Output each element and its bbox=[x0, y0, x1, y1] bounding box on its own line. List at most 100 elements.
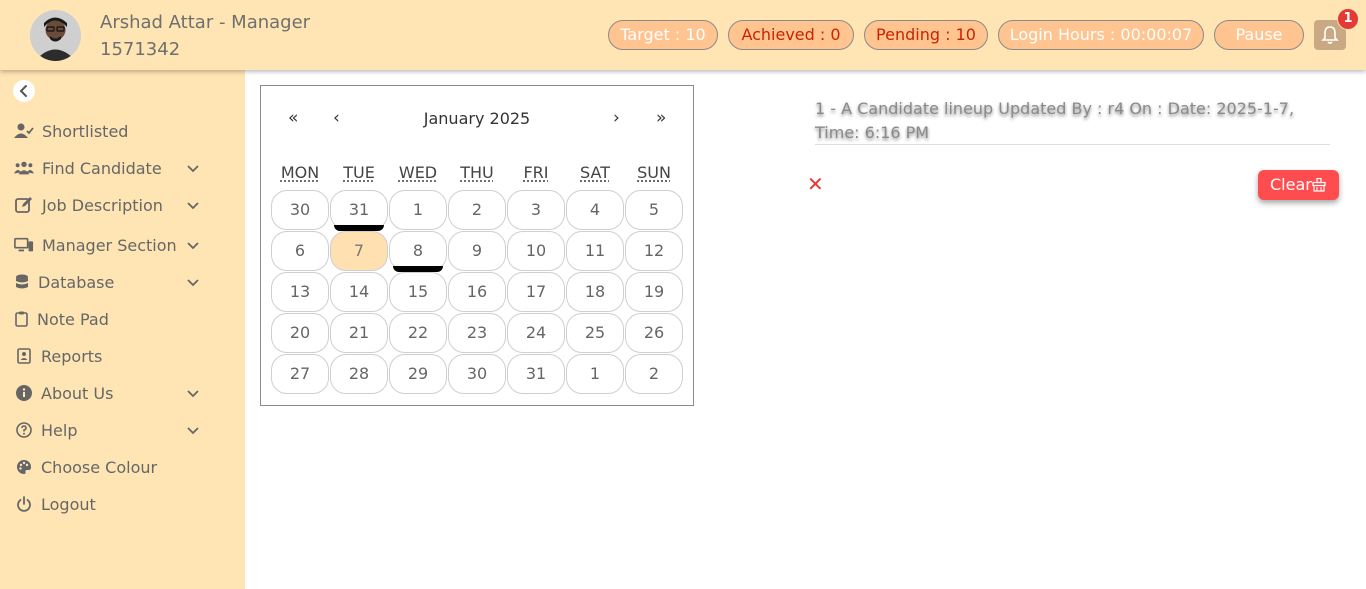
sidebar-item-help[interactable]: Help bbox=[14, 417, 214, 443]
calendar-day[interactable]: 28 bbox=[330, 354, 388, 394]
prev-month-button[interactable]: ‹ bbox=[333, 108, 340, 128]
users-icon bbox=[14, 159, 34, 177]
sidebar-item-logout[interactable]: Logout bbox=[14, 491, 214, 517]
calendar-day[interactable]: 29 bbox=[389, 354, 447, 394]
sidebar-item-label: Database bbox=[38, 272, 115, 292]
weekday-label: MON bbox=[280, 163, 320, 182]
chevron-down-icon bbox=[187, 390, 199, 398]
pending-badge: Pending : 10 bbox=[864, 20, 988, 50]
login-hours-badge: Login Hours : 00:00:07 bbox=[998, 20, 1204, 50]
chevron-down-icon bbox=[187, 279, 199, 287]
calendar-day[interactable]: 17 bbox=[507, 272, 565, 312]
palette-icon bbox=[14, 458, 33, 476]
calendar-day[interactable]: 12 bbox=[625, 231, 683, 271]
sidebar-item-label: Job Description bbox=[42, 195, 163, 215]
chevron-down-icon bbox=[187, 427, 199, 435]
sidebar-item-label: Reports bbox=[41, 346, 103, 366]
calendar-day[interactable]: 3 bbox=[507, 190, 565, 230]
calendar-day[interactable]: 2 bbox=[625, 354, 683, 394]
calendar-day[interactable]: 15 bbox=[389, 272, 447, 312]
monitor-icon bbox=[14, 236, 34, 254]
calendar-day[interactable]: 21 bbox=[330, 313, 388, 353]
sidebar-item-label: Manager Section bbox=[42, 235, 177, 255]
weekday-label: TUE bbox=[343, 163, 375, 182]
calendar-day[interactable]: 26 bbox=[625, 313, 683, 353]
calendar-day[interactable]: 4 bbox=[566, 190, 624, 230]
user-check-icon bbox=[14, 122, 34, 140]
notification-count-badge: 1 bbox=[1337, 8, 1359, 30]
database-icon bbox=[14, 273, 30, 291]
prev-year-button[interactable]: « bbox=[288, 108, 298, 128]
achieved-badge: Achieved : 0 bbox=[728, 20, 854, 50]
power-icon bbox=[14, 495, 33, 513]
calendar-day[interactable]: 1 bbox=[566, 354, 624, 394]
calendar-day[interactable]: 25 bbox=[566, 313, 624, 353]
sidebar-item-label: Logout bbox=[41, 494, 96, 514]
calendar: « ‹ January 2025 › » MON TUE WED THU FRI… bbox=[260, 85, 694, 406]
close-icon[interactable]: ✕ bbox=[807, 174, 824, 194]
calendar-day[interactable]: 9 bbox=[448, 231, 506, 271]
sidebar-item-reports[interactable]: Reports bbox=[14, 343, 214, 369]
pause-button[interactable]: Pause bbox=[1214, 20, 1304, 50]
calendar-day[interactable]: 8 bbox=[389, 231, 447, 272]
calendar-day[interactable]: 31 bbox=[507, 354, 565, 394]
weekday-label: SAT bbox=[580, 163, 610, 182]
calendar-day[interactable]: 14 bbox=[330, 272, 388, 312]
calendar-day[interactable]: 22 bbox=[389, 313, 447, 353]
sidebar-item-choose-colour[interactable]: Choose Colour bbox=[14, 454, 214, 480]
user-name: Arshad Attar - Manager bbox=[100, 12, 311, 33]
user-id: 1571342 bbox=[100, 39, 181, 60]
calendar-day[interactable]: 24 bbox=[507, 313, 565, 353]
calendar-day[interactable]: 16 bbox=[448, 272, 506, 312]
calendar-title[interactable]: January 2025 bbox=[381, 109, 573, 128]
sidebar-item-find-candidate[interactable]: Find Candidate bbox=[14, 155, 214, 181]
clipboard-icon bbox=[14, 310, 29, 328]
calendar-day[interactable]: 30 bbox=[448, 354, 506, 394]
sidebar-item-shortlisted[interactable]: Shortlisted bbox=[14, 118, 214, 144]
sidebar: Shortlisted Find Candidate Job Descripti… bbox=[0, 70, 245, 589]
next-year-button[interactable]: » bbox=[656, 108, 666, 128]
weekday-label: SUN bbox=[637, 163, 671, 182]
sidebar-item-label: Shortlisted bbox=[42, 121, 129, 141]
calendar-day[interactable]: 31 bbox=[330, 190, 388, 231]
sidebar-item-note-pad[interactable]: Note Pad bbox=[14, 306, 214, 332]
avatar[interactable] bbox=[30, 10, 81, 61]
sidebar-item-about-us[interactable]: About Us bbox=[14, 380, 214, 406]
calendar-day[interactable]: 23 bbox=[448, 313, 506, 353]
clear-label: Clear bbox=[1270, 175, 1312, 194]
sidebar-item-manager-section[interactable]: Manager Section bbox=[14, 232, 214, 258]
calendar-day-selected[interactable]: 7 bbox=[330, 231, 388, 271]
sidebar-item-label: About Us bbox=[41, 383, 114, 403]
sidebar-item-label: Find Candidate bbox=[42, 158, 162, 178]
edit-icon bbox=[14, 196, 34, 214]
calendar-day[interactable]: 1 bbox=[389, 190, 447, 230]
sidebar-item-job-description[interactable]: Job Description bbox=[14, 192, 214, 218]
clear-notifications-button[interactable]: Clear bbox=[1258, 170, 1339, 200]
calendar-day[interactable]: 13 bbox=[271, 272, 329, 312]
calendar-day[interactable]: 20 bbox=[271, 313, 329, 353]
calendar-day[interactable]: 18 bbox=[566, 272, 624, 312]
divider bbox=[815, 144, 1330, 145]
report-icon bbox=[14, 347, 33, 365]
calendar-day[interactable]: 11 bbox=[566, 231, 624, 271]
chevron-down-icon bbox=[187, 202, 199, 210]
calendar-day[interactable]: 5 bbox=[625, 190, 683, 230]
calendar-day[interactable]: 19 bbox=[625, 272, 683, 312]
info-icon bbox=[14, 384, 33, 402]
calendar-day[interactable]: 30 bbox=[271, 190, 329, 230]
notification-message: 1 - A Candidate lineup Updated By : r4 O… bbox=[815, 99, 1295, 142]
sidebar-item-label: Note Pad bbox=[37, 309, 109, 329]
weekday-label: FRI bbox=[523, 163, 549, 182]
sidebar-item-label: Choose Colour bbox=[41, 457, 158, 477]
weekday-label: THU bbox=[460, 163, 494, 182]
chevron-down-icon bbox=[187, 242, 199, 250]
clear-icon bbox=[1312, 178, 1326, 192]
next-month-button[interactable]: › bbox=[613, 108, 620, 128]
calendar-day[interactable]: 2 bbox=[448, 190, 506, 230]
calendar-day[interactable]: 27 bbox=[271, 354, 329, 394]
calendar-day[interactable]: 6 bbox=[271, 231, 329, 271]
target-badge: Target : 10 bbox=[608, 20, 718, 50]
calendar-day[interactable]: 10 bbox=[507, 231, 565, 271]
sidebar-collapse-button[interactable] bbox=[13, 80, 35, 102]
sidebar-item-database[interactable]: Database bbox=[14, 269, 214, 295]
